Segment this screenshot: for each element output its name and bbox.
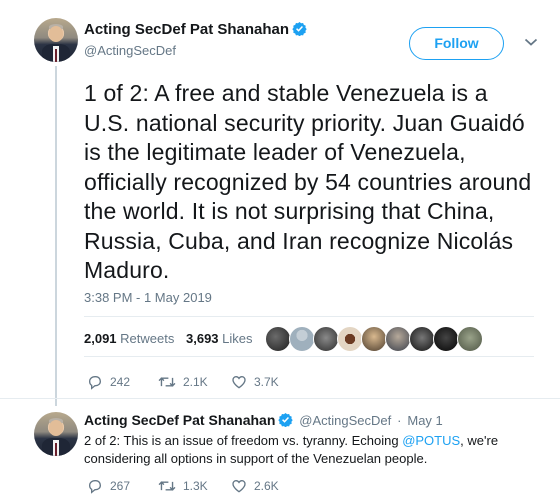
reply-author-name[interactable]: Acting SecDef Pat Shanahan @ActingSecDef… <box>84 412 443 428</box>
reply-handle[interactable]: @ActingSecDef <box>299 413 391 428</box>
heart-icon <box>232 479 246 493</box>
liker-avatar[interactable] <box>289 326 315 352</box>
like-action[interactable]: 3.7K <box>231 374 279 390</box>
divider <box>84 316 534 317</box>
retweet-icon <box>158 481 176 491</box>
liker-avatar[interactable] <box>337 326 363 352</box>
like-action[interactable]: 2.6K <box>231 478 279 494</box>
like-count: 2.6K <box>254 479 279 493</box>
retweet-icon <box>158 377 176 387</box>
liker-avatar[interactable] <box>313 326 339 352</box>
verified-badge-icon <box>278 412 294 427</box>
reply-count: 242 <box>110 375 131 389</box>
liker-avatar[interactable] <box>265 326 291 352</box>
reply-icon <box>88 480 102 494</box>
reply-author-name-text: Acting SecDef Pat Shanahan <box>84 412 276 428</box>
retweet-count: 2.1K <box>183 375 208 389</box>
author-avatar[interactable] <box>34 18 78 62</box>
like-count: 3.7K <box>254 375 279 389</box>
reply-date[interactable]: May 1 <box>407 413 442 428</box>
tweet-timestamp[interactable]: 3:38 PM - 1 May 2019 <box>84 290 212 305</box>
likes-count[interactable]: 3,693 <box>186 331 219 346</box>
verified-badge-icon <box>292 21 307 36</box>
retweets-count[interactable]: 2,091 <box>84 331 117 346</box>
liker-avatar[interactable] <box>385 326 411 352</box>
retweet-count: 1.3K <box>183 479 208 493</box>
reply-separator: · <box>397 413 402 428</box>
divider <box>0 398 560 399</box>
reply-tweet-text: 2 of 2: This is an issue of freedom vs. … <box>84 432 544 468</box>
retweet-action[interactable]: 2.1K <box>158 374 208 390</box>
liker-avatar[interactable] <box>409 326 435 352</box>
likes-label[interactable]: Likes <box>222 331 252 346</box>
tweet-text: 1 of 2: A free and stable Venezuela is a… <box>84 80 532 283</box>
author-handle[interactable]: @ActingSecDef <box>84 43 176 58</box>
reply-author-avatar[interactable] <box>34 412 78 456</box>
heart-icon <box>232 375 246 389</box>
reply-action[interactable]: 242 <box>87 374 130 390</box>
mention-link[interactable]: @POTUS <box>402 433 460 448</box>
liker-avatar[interactable] <box>361 326 387 352</box>
follow-button[interactable]: Follow <box>409 27 504 60</box>
liker-avatar[interactable] <box>457 326 483 352</box>
liker-avatar[interactable] <box>433 326 459 352</box>
reply-icon <box>88 376 102 390</box>
author-name[interactable]: Acting SecDef Pat Shanahan <box>84 21 307 38</box>
divider <box>84 356 534 357</box>
reply-count: 267 <box>110 479 131 493</box>
retweet-action[interactable]: 1.3K <box>158 478 208 494</box>
retweets-label[interactable]: Retweets <box>120 331 174 346</box>
tweet-stats: 2,091 Retweets 3,693 Likes <box>84 331 261 346</box>
reply-text-part: 2 of 2: This is an issue of freedom vs. … <box>84 433 403 448</box>
chevron-down-icon[interactable] <box>524 37 538 47</box>
reply-action[interactable]: 267 <box>87 478 130 494</box>
thread-connector-line <box>55 66 57 406</box>
author-name-text: Acting SecDef Pat Shanahan <box>84 21 290 38</box>
